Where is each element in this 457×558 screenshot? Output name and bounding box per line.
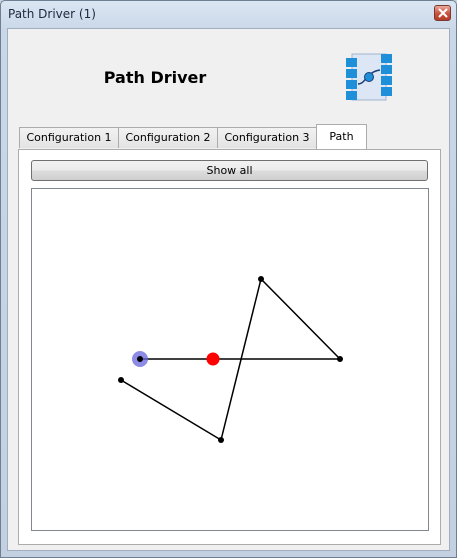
path-driver-logo-icon	[346, 53, 392, 101]
path-canvas[interactable]	[31, 188, 429, 531]
tab-configuration-2[interactable]: Configuration 2	[118, 127, 218, 148]
tab-configuration-1[interactable]: Configuration 1	[19, 127, 119, 148]
path-tab-panel: Show all	[18, 149, 441, 545]
close-button[interactable]	[434, 5, 451, 21]
page-title: Path Driver	[103, 68, 207, 87]
path-driver-window: Path Driver (1) Path Driver Configuratio…	[0, 0, 457, 558]
path-waypoint-2[interactable]	[218, 437, 224, 443]
path-plot	[118, 276, 343, 443]
path-waypoint-5[interactable]	[137, 356, 143, 362]
path-waypoint-4[interactable]	[337, 356, 343, 362]
show-all-button[interactable]: Show all	[31, 160, 428, 181]
path-line	[120, 277, 342, 442]
client-area: Path Driver Configuration 1 Configuratio…	[7, 28, 450, 551]
path-waypoint-1[interactable]	[118, 377, 124, 383]
window-title: Path Driver (1)	[8, 7, 96, 21]
title-bar[interactable]: Path Driver (1)	[1, 1, 456, 27]
tab-configuration-3[interactable]: Configuration 3	[217, 127, 317, 148]
tab-path[interactable]: Path	[316, 124, 367, 149]
close-icon	[438, 8, 448, 18]
current-position-marker[interactable]	[206, 352, 220, 366]
path-waypoint-3[interactable]	[258, 276, 264, 282]
